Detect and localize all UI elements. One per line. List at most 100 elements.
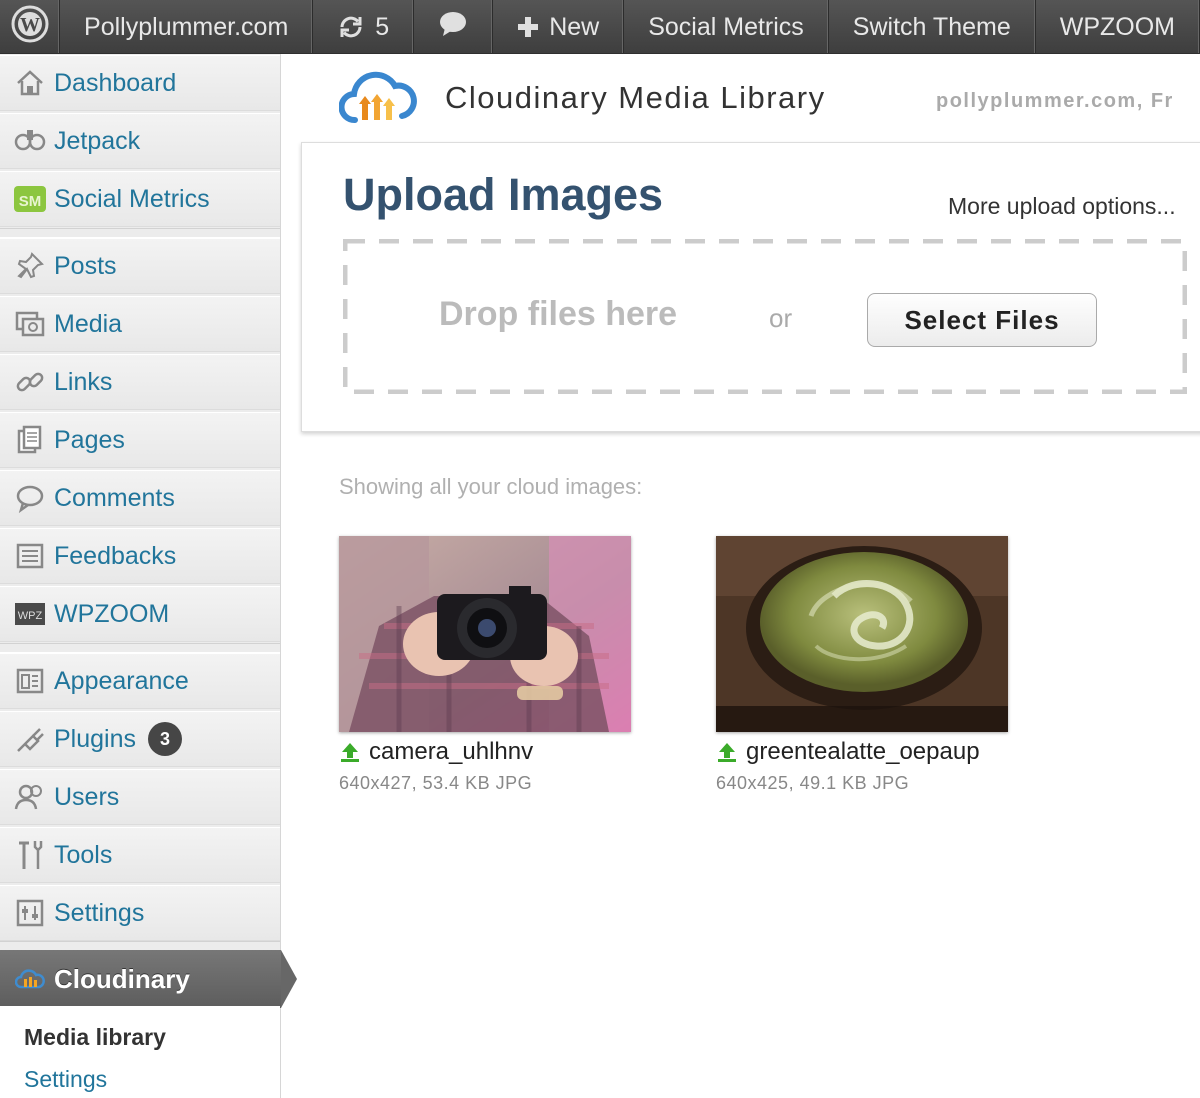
- sidebar-item-label: Tools: [54, 840, 113, 869]
- home-icon: [8, 55, 52, 111]
- sidebar-item-plugins[interactable]: Plugins 3: [0, 711, 280, 767]
- admin-bar: W Pollyplummer.com 5 New Social Metrics …: [0, 0, 1200, 54]
- upload-panel: Upload Images More upload options... Dro…: [301, 142, 1200, 432]
- sidebar-item-pages[interactable]: Pages: [0, 412, 280, 468]
- comment-bubble-icon: [438, 10, 468, 45]
- sidebar-item-settings[interactable]: Settings: [0, 885, 280, 941]
- plugin-icon: [8, 711, 52, 767]
- or-text: or: [769, 303, 793, 333]
- wpzoom-link[interactable]: WPZOOM: [1036, 0, 1200, 53]
- plus-icon: [517, 16, 539, 38]
- sidebar-item-jetpack[interactable]: Jetpack: [0, 113, 280, 169]
- sidebar-item-cloudinary[interactable]: Cloudinary: [0, 950, 297, 1008]
- pages-icon: [8, 412, 52, 468]
- social-metrics-icon: SM: [8, 171, 52, 227]
- wpzoom-label: WPZOOM: [1059, 12, 1175, 41]
- image-card[interactable]: greentealatte_oepaup 640x425, 49.1 KB JP…: [716, 536, 1016, 793]
- image-name-label: greentealatte_oepaup: [746, 738, 980, 765]
- sidebar-item-tools[interactable]: Tools: [0, 827, 280, 883]
- comments-link[interactable]: [414, 0, 494, 53]
- sidebar-item-label: Pages: [54, 425, 125, 454]
- switch-theme-label: Switch Theme: [852, 12, 1011, 41]
- sidebar-item-label: Users: [54, 782, 120, 811]
- submenu-media-library[interactable]: Media library: [24, 1024, 166, 1051]
- menu-separator: [0, 228, 280, 238]
- feedback-icon: [8, 528, 52, 584]
- sidebar-item-label: Feedbacks: [54, 541, 177, 570]
- showing-images-label: Showing all your cloud images:: [339, 474, 643, 499]
- new-label: New: [549, 12, 600, 41]
- settings-icon: [8, 885, 52, 941]
- sidebar-item-label: Dashboard: [54, 68, 177, 97]
- upload-arrow-icon: [716, 741, 738, 763]
- wpzoom-icon: WPZ: [8, 586, 52, 642]
- link-icon: [8, 354, 52, 410]
- new-content-link[interactable]: New: [493, 0, 625, 53]
- submenu-settings[interactable]: Settings: [24, 1066, 107, 1093]
- sidebar-item-label: Cloudinary: [54, 963, 190, 994]
- page-title: Cloudinary Media Library: [445, 80, 826, 115]
- sidebar-item-media[interactable]: Media: [0, 296, 280, 352]
- jetpack-icon: [8, 113, 52, 169]
- plugin-update-count-badge: 3: [148, 722, 182, 756]
- image-name-label: camera_uhlhnv: [369, 738, 534, 765]
- drop-zone[interactable]: Drop files here or Select Files: [343, 239, 1187, 394]
- sidebar-item-label: Jetpack: [54, 126, 141, 155]
- sidebar-item-label: Plugins: [54, 724, 136, 753]
- sidebar-item-appearance[interactable]: Appearance: [0, 653, 280, 709]
- drop-files-text: Drop files here: [439, 295, 678, 333]
- comment-icon: [8, 470, 52, 526]
- sidebar-item-label: Links: [54, 367, 113, 396]
- sidebar-item-comments[interactable]: Comments: [0, 470, 280, 526]
- users-icon: [8, 769, 52, 825]
- sidebar-item-label: Settings: [54, 898, 145, 927]
- updates-count: 5: [375, 12, 390, 41]
- sidebar-item-label: Appearance: [54, 666, 189, 695]
- image-meta: 640x425, 49.1 KB JPG: [716, 773, 910, 793]
- image-meta: 640x427, 53.4 KB JPG: [339, 773, 533, 793]
- sidebar-item-dashboard[interactable]: Dashboard: [0, 55, 280, 111]
- camera-image-thumbnail[interactable]: [339, 536, 631, 732]
- cloudinary-icon: [8, 950, 52, 1008]
- switch-theme-link[interactable]: Switch Theme: [829, 0, 1036, 53]
- image-card[interactable]: camera_uhlhnv 640x427, 53.4 KB JPG: [339, 536, 639, 793]
- select-files-button[interactable]: Select Files: [867, 293, 1097, 347]
- cloud-account-name: pollyplummer.com, Fr: [936, 90, 1174, 112]
- sidebar-item-label: WPZOOM: [54, 599, 170, 628]
- sidebar-item-label: Comments: [54, 483, 175, 512]
- svg-text:WPZ: WPZ: [18, 610, 43, 622]
- wordpress-logo-menu[interactable]: W: [0, 0, 61, 53]
- svg-text:W: W: [20, 14, 40, 36]
- sidebar-item-links[interactable]: Links: [0, 354, 280, 410]
- cloudinary-logo-icon: [338, 68, 417, 133]
- sidebar-item-posts[interactable]: Posts: [0, 238, 280, 294]
- social-metrics-link[interactable]: Social Metrics: [624, 0, 829, 53]
- green-tea-latte-image-thumbnail[interactable]: [716, 536, 1008, 732]
- wordpress-logo-icon: W: [10, 4, 50, 51]
- tools-icon: [8, 827, 52, 883]
- sidebar-item-social-metrics[interactable]: SM Social Metrics: [0, 171, 280, 227]
- upload-title: Upload Images: [343, 169, 664, 220]
- updates-link[interactable]: 5: [313, 0, 415, 53]
- image-name[interactable]: greentealatte_oepaup: [716, 738, 980, 766]
- refresh-icon: [337, 13, 365, 41]
- sidebar-item-label: Media: [54, 309, 123, 338]
- page-header: Cloudinary Media Library pollyplummer.co…: [281, 54, 1200, 142]
- sidebar-item-feedbacks[interactable]: Feedbacks: [0, 528, 280, 584]
- appearance-icon: [8, 653, 52, 709]
- svg-text:SM: SM: [19, 193, 42, 210]
- menu-separator: [0, 643, 280, 653]
- cloudinary-submenu: Media library Settings: [0, 1006, 280, 1098]
- sidebar-item-wpzoom[interactable]: WPZ WPZOOM: [0, 586, 280, 642]
- media-icon: [8, 296, 52, 352]
- image-name[interactable]: camera_uhlhnv: [339, 738, 533, 766]
- sidebar-item-label: Posts: [54, 251, 117, 280]
- pin-icon: [8, 238, 52, 294]
- more-upload-options-link[interactable]: More upload options...: [948, 193, 1176, 220]
- sidebar-item-users[interactable]: Users: [0, 769, 280, 825]
- site-name-link[interactable]: Pollyplummer.com: [60, 0, 314, 53]
- social-metrics-label: Social Metrics: [648, 12, 804, 41]
- upload-arrow-icon: [339, 741, 361, 763]
- site-name-label: Pollyplummer.com: [84, 12, 289, 41]
- sidebar-item-label: Social Metrics: [54, 184, 210, 213]
